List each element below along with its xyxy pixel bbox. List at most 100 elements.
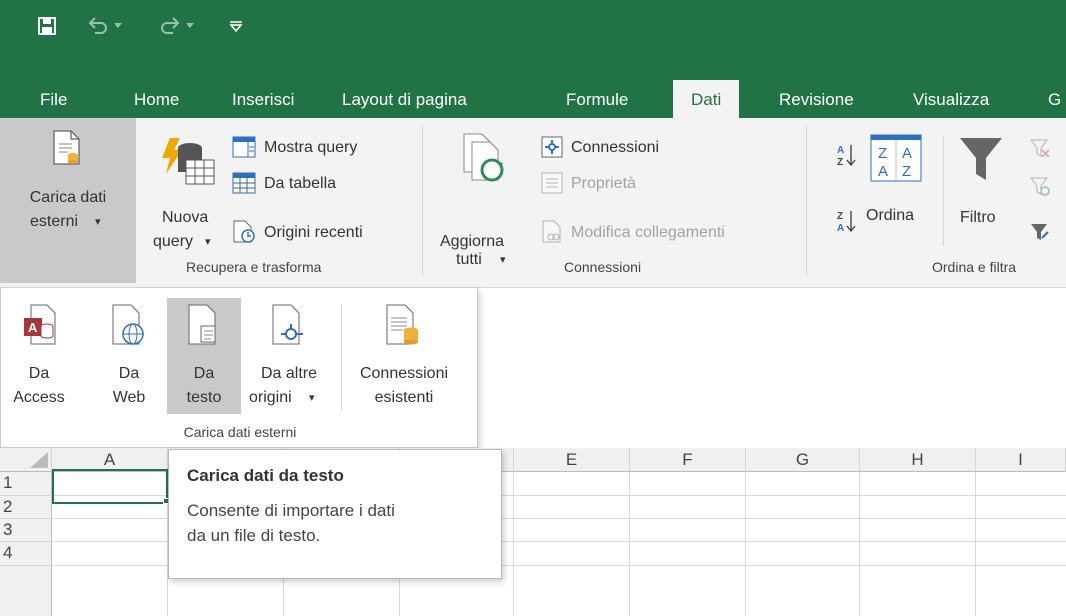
da-testo-label-2: testo xyxy=(186,389,222,406)
da-web-button[interactable]: Da Web xyxy=(101,298,157,414)
tab-home[interactable]: Home xyxy=(134,82,179,118)
group-label-recupera: Recupera e trasforma xyxy=(186,259,322,275)
svg-text:Z: Z xyxy=(878,145,887,162)
connessioni-esistenti-label-2: esistenti xyxy=(374,389,434,406)
column-header-i[interactable]: I xyxy=(976,448,1066,472)
connessioni-esistenti-label-1: Connessioni xyxy=(359,365,449,382)
svg-text:Z: Z xyxy=(837,211,843,222)
quick-access-toolbar xyxy=(0,0,1066,52)
proprieta-button[interactable]: Proprietà xyxy=(571,174,636,194)
show-query-icon xyxy=(232,136,256,158)
undo-dropdown-icon[interactable] xyxy=(112,14,124,38)
tab-file[interactable]: File xyxy=(40,82,67,118)
tooltip-title: Carica dati da testo xyxy=(187,466,344,485)
svg-text:A: A xyxy=(28,320,38,335)
svg-text:A: A xyxy=(878,163,888,180)
carica-label-2: esterni xyxy=(30,213,79,230)
save-icon[interactable] xyxy=(34,14,60,38)
undo-icon[interactable] xyxy=(86,14,110,38)
active-cell-a1[interactable] xyxy=(52,469,168,504)
sort-dialog-icon[interactable]: ZAAZ xyxy=(870,134,922,182)
advanced-filter-icon[interactable] xyxy=(1030,222,1050,242)
aggiorna-label-1[interactable]: Aggiorna xyxy=(440,232,504,252)
column-header-g[interactable]: G xyxy=(746,448,860,472)
group-label-connessioni: Connessioni xyxy=(564,259,642,275)
tab-visualizza[interactable]: Visualizza xyxy=(913,82,989,118)
da-altre-label-1: Da altre xyxy=(260,365,318,382)
access-icon: A xyxy=(23,304,57,346)
ribbon-separator xyxy=(806,126,807,276)
da-altre-chevron-icon: ▾ xyxy=(309,392,315,404)
other-sources-icon xyxy=(271,304,307,346)
edit-links-icon xyxy=(541,220,563,244)
da-testo-button[interactable]: Da testo xyxy=(167,298,241,414)
tooltip: Carica dati da testo Consente di importa… xyxy=(168,449,502,579)
tooltip-body-line-2: da un file di testo. xyxy=(187,526,321,545)
dropdown-separator xyxy=(341,304,342,410)
ordina-button[interactable]: Ordina xyxy=(866,206,914,226)
document-database-icon xyxy=(52,130,82,166)
dropdown-group-label: Carica dati esterni xyxy=(183,424,297,440)
grid-line xyxy=(975,472,976,616)
tab-dati[interactable]: Dati xyxy=(673,80,740,118)
carica-dati-esterni-menu: A Da Access Da Web Da testo Da altre ori… xyxy=(0,288,478,448)
carica-dati-esterni-button[interactable]: Carica dati esterni ▾ xyxy=(0,118,136,283)
column-header-f[interactable]: F xyxy=(630,448,746,472)
row-header-5[interactable] xyxy=(0,566,52,616)
sort-az-icon[interactable]: AZ xyxy=(836,142,856,168)
column-header-e[interactable]: E xyxy=(514,448,630,472)
chevron-down-icon: ▾ xyxy=(95,216,101,228)
ribbon-separator xyxy=(943,136,944,246)
refresh-all-icon[interactable] xyxy=(460,132,520,192)
svg-text:Z: Z xyxy=(837,157,843,168)
connessioni-esistenti-button[interactable]: Connessioni esistenti xyxy=(345,298,463,414)
row-header-3[interactable]: 3 xyxy=(0,519,52,542)
da-web-label-2: Web xyxy=(112,389,146,406)
carica-label-1: Carica dati xyxy=(29,189,107,206)
grid-line xyxy=(745,472,746,616)
tab-inserisci[interactable]: Inserisci xyxy=(232,82,294,118)
da-altre-origini-button[interactable]: Da altre origini ▾ xyxy=(245,298,333,414)
aggiorna-chevron-icon: ▾ xyxy=(500,254,506,266)
svg-text:A: A xyxy=(837,223,844,234)
select-all-corner[interactable] xyxy=(0,448,52,472)
tab-layout[interactable]: Layout di pagina xyxy=(342,82,467,118)
connessioni-button[interactable]: Connessioni xyxy=(571,138,659,158)
tab-formule[interactable]: Formule xyxy=(566,82,628,118)
modifica-collegamenti-button[interactable]: Modifica collegamenti xyxy=(571,223,725,243)
filtro-button[interactable]: Filtro xyxy=(960,208,996,228)
clear-filter-icon[interactable] xyxy=(1030,138,1050,158)
row-header-2[interactable]: 2 xyxy=(0,496,52,519)
da-altre-label-2: origini xyxy=(249,389,292,406)
sort-za-icon[interactable]: ZA xyxy=(836,208,856,234)
row-header-1[interactable]: 1 xyxy=(0,472,52,496)
table-icon xyxy=(232,172,256,194)
tooltip-body: Consente di importare i dati da un file … xyxy=(187,498,483,548)
filter-icon[interactable] xyxy=(958,134,1004,184)
power-query-icon[interactable] xyxy=(160,136,216,188)
existing-connections-icon xyxy=(385,304,423,348)
row-header-4[interactable]: 4 xyxy=(0,542,52,566)
da-access-label-1: Da xyxy=(28,365,50,382)
nuova-query-chevron-icon: ▾ xyxy=(205,236,211,248)
reapply-filter-icon[interactable] xyxy=(1030,176,1050,196)
tab-revisione[interactable]: Revisione xyxy=(779,82,854,118)
nuova-query-label-2[interactable]: query xyxy=(153,232,193,252)
aggiorna-label-2[interactable]: tutti xyxy=(456,250,482,270)
nuova-query-label-1[interactable]: Nuova xyxy=(162,208,208,228)
recent-sources-icon xyxy=(232,220,256,244)
redo-dropdown-icon[interactable] xyxy=(184,14,196,38)
origini-recenti-button[interactable]: Origini recenti xyxy=(264,223,363,243)
mostra-query-button[interactable]: Mostra query xyxy=(264,138,357,158)
column-header-h[interactable]: H xyxy=(860,448,976,472)
redo-icon[interactable] xyxy=(158,14,182,38)
ribbon-separator xyxy=(422,126,423,276)
svg-text:A: A xyxy=(902,145,912,162)
tab-overflow[interactable]: G xyxy=(1048,82,1061,118)
ribbon-dati: Carica dati esterni ▾ Nuova query ▾ Most… xyxy=(0,118,1066,288)
da-access-button[interactable]: A Da Access xyxy=(9,298,69,414)
da-tabella-button[interactable]: Da tabella xyxy=(264,174,336,194)
properties-icon xyxy=(541,172,563,194)
customize-toolbar-icon[interactable] xyxy=(228,14,244,38)
da-access-label-2: Access xyxy=(13,389,65,406)
